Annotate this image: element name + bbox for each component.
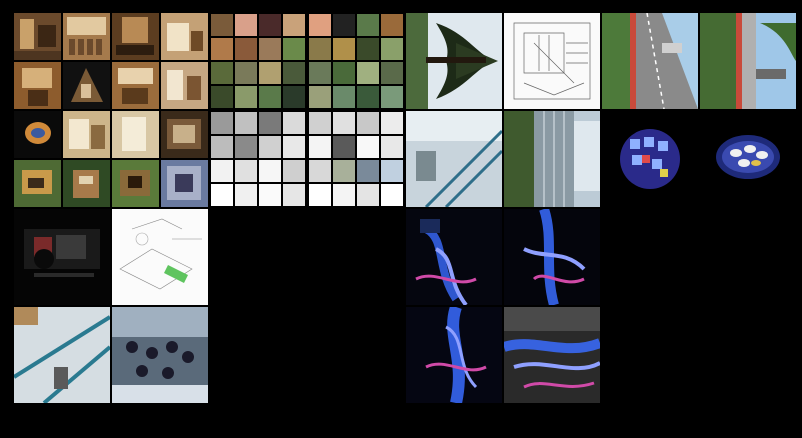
tile-light-trails-1[interactable] — [406, 209, 502, 305]
tile-interior-thumb-grid-b[interactable] — [308, 13, 404, 109]
collage-cell — [63, 111, 110, 158]
collage-cell — [161, 13, 208, 60]
tile-stair-photo[interactable] — [406, 111, 502, 207]
tile-staircase-photo[interactable] — [14, 307, 110, 403]
tile-interior-thumb-grid[interactable] — [210, 13, 306, 109]
collage-cell — [63, 160, 110, 207]
tile-light-trails-2[interactable] — [504, 209, 600, 305]
tile-station-photo[interactable] — [504, 111, 600, 207]
tile-interior-collage-b[interactable] — [112, 13, 208, 109]
collage-cell — [63, 62, 110, 109]
thumbnail-gallery — [0, 0, 802, 438]
collage-cell — [112, 13, 159, 60]
tile-tree-photo[interactable] — [406, 13, 502, 109]
tile-mixed-collage[interactable] — [14, 111, 110, 207]
tile-interior-collage-c[interactable] — [112, 111, 208, 207]
tile-light-trails-3[interactable] — [406, 307, 502, 403]
collage-cell — [63, 13, 110, 60]
tile-street-tree-photo[interactable] — [700, 13, 796, 109]
tile-site-plan-drawing[interactable] — [112, 209, 208, 305]
tile-mixed-thumb-grid[interactable] — [210, 111, 306, 207]
tile-crowd-photo[interactable] — [112, 307, 208, 403]
tile-glow-artifact-2[interactable] — [700, 111, 796, 207]
collage-cell — [161, 160, 208, 207]
collage-cell — [14, 160, 61, 207]
tile-light-trails-4[interactable] — [504, 307, 600, 403]
collage-cell — [161, 111, 208, 158]
tile-interior-collage[interactable] — [14, 13, 110, 109]
collage-cell — [14, 13, 61, 60]
collage-cell — [112, 160, 159, 207]
collage-cell — [14, 62, 61, 109]
collage-cell — [112, 111, 159, 158]
collage-cell — [161, 62, 208, 109]
tile-glow-artifact-1[interactable] — [602, 111, 698, 207]
tile-line-drawing[interactable] — [504, 13, 600, 109]
tile-dark-room-photo[interactable] — [14, 209, 110, 305]
tile-sketch-grid[interactable] — [308, 111, 404, 207]
collage-cell — [112, 62, 159, 109]
tile-highway-photo[interactable] — [602, 13, 698, 109]
collage-cell — [14, 111, 61, 158]
